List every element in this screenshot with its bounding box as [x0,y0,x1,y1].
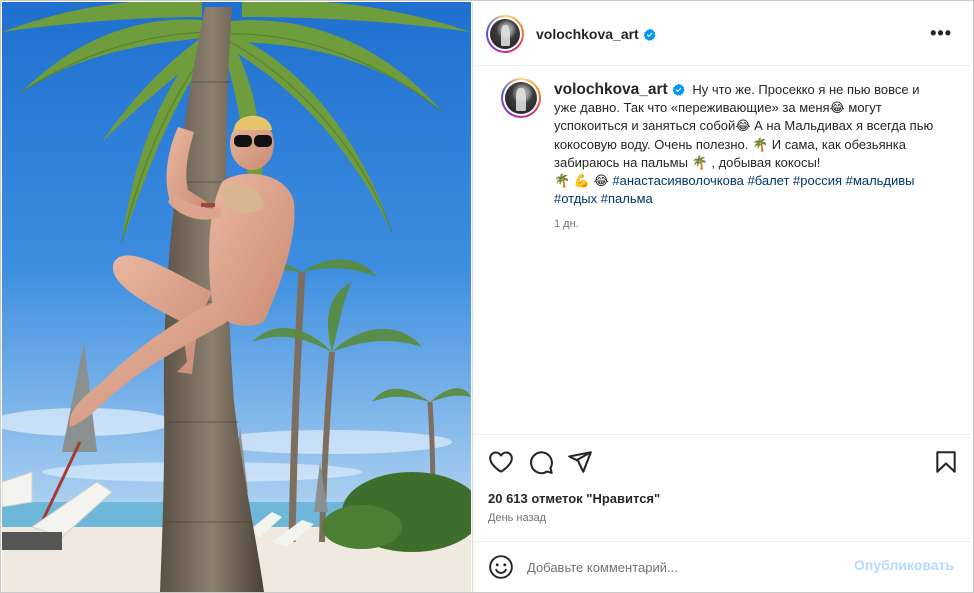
beach-palm-photo [2,2,471,592]
like-heart-icon[interactable] [488,449,514,475]
laughing-emoji-icon: 😂 [829,100,845,116]
more-options-icon[interactable]: ••• [930,24,952,42]
hashtag-link[interactable]: #отдых [554,191,597,206]
post-dialog: volochkova_art ••• volochkova_art Ну что… [0,0,974,593]
caption-part: , добывая кокосы! [707,154,821,170]
hashtag-link[interactable]: #балет [747,173,789,188]
hashtag-link[interactable]: #пальма [601,191,653,206]
post-header: volochkova_art ••• [473,2,974,66]
avatar[interactable] [486,15,524,53]
caption-timestamp[interactable]: 1 дн. [554,218,579,230]
post-side-panel: volochkova_art ••• volochkova_art Ну что… [472,2,974,592]
comment-input[interactable] [527,556,827,578]
author-username[interactable]: volochkova_art [536,26,656,42]
laughing-emoji-icon: 😂 [735,118,751,134]
post-actions: 20 613 отметок "Нравится" День назад [473,434,974,542]
hashtag-link[interactable]: #анастасияволочкова [612,173,743,188]
publish-comment-button[interactable]: Опубликовать [854,557,954,573]
hashtag-link[interactable]: #россия [793,173,842,188]
comment-icon[interactable] [528,449,554,475]
palm-emoji-icon: 🌴 [751,136,769,152]
post-date: День назад [488,512,547,524]
caption-avatar[interactable] [501,78,541,118]
save-bookmark-icon[interactable] [933,449,959,475]
post-photo[interactable] [2,2,471,592]
post-caption: volochkova_art Ну что же. Просекко я не … [473,67,974,433]
hashtag-link[interactable]: #мальдивы [846,173,915,188]
verified-badge-icon [672,83,685,96]
caption-text: volochkova_art Ну что же. Просекко я не … [554,81,939,208]
likes-count[interactable]: 20 613 отметок "Нравится" [488,491,660,506]
comment-bar: Опубликовать [473,541,974,592]
palm-emoji-icon: 🌴 [691,154,708,170]
verified-badge-icon [643,28,656,41]
caption-username[interactable]: volochkova_art [554,81,685,98]
emoji-picker-icon[interactable] [488,554,514,580]
emoji-group-icon: 🌴 💪 😂 [554,173,609,189]
share-send-icon[interactable] [567,449,593,475]
